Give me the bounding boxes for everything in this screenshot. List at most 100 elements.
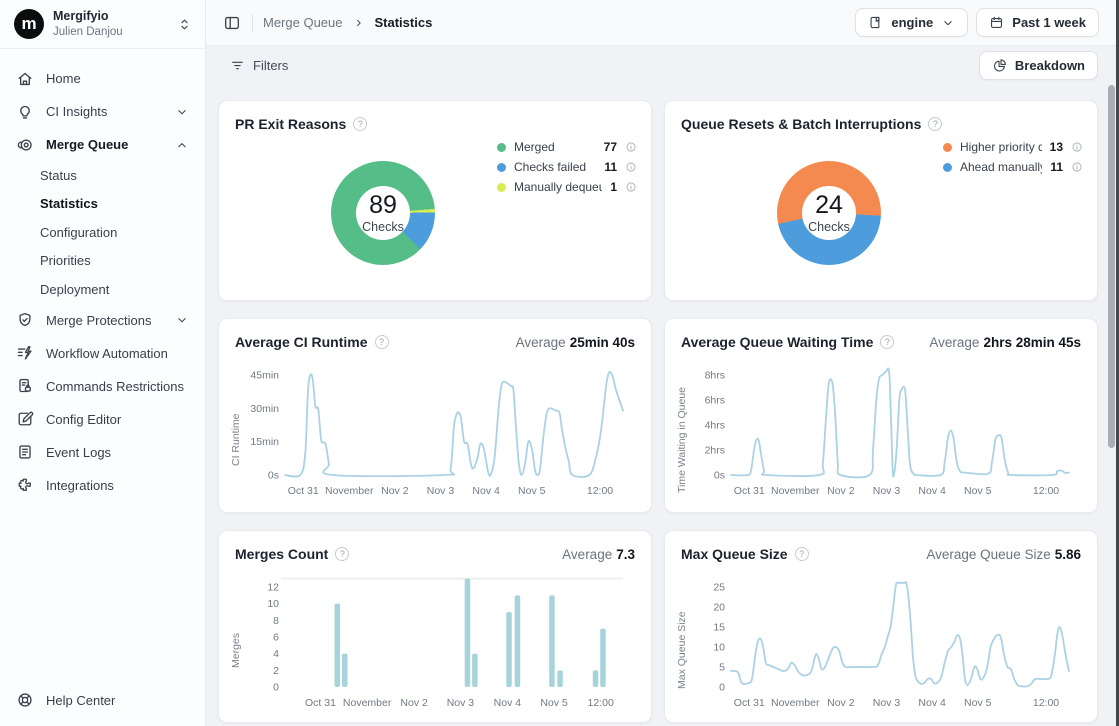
help-icon[interactable] bbox=[795, 547, 809, 561]
average-label: Average bbox=[516, 335, 566, 350]
legend-dot bbox=[497, 143, 506, 152]
org-selector-icon[interactable] bbox=[177, 16, 193, 32]
legend-dot bbox=[943, 163, 952, 172]
legend-value: 13 bbox=[1050, 140, 1063, 154]
bar-chart[interactable]: 121086420Oct 31NovemberNov 2Nov 3Nov 4No… bbox=[243, 567, 629, 719]
repo-icon bbox=[868, 15, 883, 30]
svg-text:Oct 31: Oct 31 bbox=[734, 697, 765, 709]
svg-text:Nov 4: Nov 4 bbox=[472, 485, 500, 497]
sidebar-item-config-editor[interactable]: Config Editor bbox=[0, 403, 205, 436]
average-label: Average Queue Size bbox=[926, 547, 1050, 562]
svg-text:10: 10 bbox=[713, 642, 725, 654]
breakdown-button[interactable]: Breakdown bbox=[979, 51, 1098, 80]
period-selector-button[interactable]: Past 1 week bbox=[976, 8, 1099, 37]
sidebar-item-workflow-automation[interactable]: Workflow Automation bbox=[0, 337, 205, 370]
average-label: Average bbox=[562, 547, 612, 562]
card-title: PR Exit Reasons bbox=[235, 116, 346, 132]
line-chart[interactable]: 45min30min15min0sOct 31NovemberNov 2Nov … bbox=[243, 355, 629, 507]
y-axis-title: Time Waiting in Queue bbox=[675, 355, 689, 510]
info-icon[interactable] bbox=[1071, 161, 1083, 173]
svg-text:November: November bbox=[771, 485, 820, 497]
legend-item[interactable]: Merged77 bbox=[497, 137, 637, 157]
shield-icon bbox=[15, 310, 35, 330]
donut-total-label: Checks bbox=[808, 220, 850, 234]
svg-text:Oct 31: Oct 31 bbox=[734, 485, 765, 497]
card-title: Max Queue Size bbox=[681, 546, 788, 562]
svg-text:15min: 15min bbox=[250, 436, 279, 448]
chevron-up-icon bbox=[175, 137, 191, 153]
svg-text:20: 20 bbox=[713, 602, 725, 614]
line-chart[interactable]: 8hrs6hrs4hrs2hrs0sOct 31NovemberNov 2Nov… bbox=[689, 355, 1075, 507]
legend-item[interactable]: Manually dequeued1 bbox=[497, 177, 637, 197]
legend-label: Ahead manually ... bbox=[960, 160, 1042, 174]
svg-text:Nov 5: Nov 5 bbox=[964, 697, 992, 709]
merge-queue-icon bbox=[15, 135, 35, 155]
svg-text:6hrs: 6hrs bbox=[705, 395, 725, 407]
help-icon[interactable] bbox=[353, 117, 367, 131]
toolbar: Filters Breakdown bbox=[206, 46, 1119, 85]
help-icon[interactable] bbox=[928, 117, 942, 131]
legend-item[interactable]: Checks failed11 bbox=[497, 157, 637, 177]
sidebar-item-help-center[interactable]: Help Center bbox=[0, 674, 205, 726]
info-icon[interactable] bbox=[1071, 141, 1083, 153]
svg-text:Nov 3: Nov 3 bbox=[427, 485, 455, 497]
repo-selector-label: engine bbox=[891, 15, 933, 30]
svg-text:45min: 45min bbox=[250, 370, 279, 382]
scrollbar-thumb[interactable] bbox=[1108, 85, 1115, 448]
help-icon[interactable] bbox=[880, 335, 894, 349]
sidebar-nav: HomeCI InsightsMerge QueueStatusStatisti… bbox=[0, 49, 205, 674]
logs-icon bbox=[15, 442, 35, 462]
svg-text:Nov 2: Nov 2 bbox=[400, 697, 428, 709]
filters-button[interactable]: Filters bbox=[222, 53, 296, 78]
org-switcher[interactable]: m Mergifyio Julien Danjou bbox=[0, 0, 205, 49]
svg-text:12:00: 12:00 bbox=[587, 485, 613, 497]
sidebar: m Mergifyio Julien Danjou HomeCI Insight… bbox=[0, 0, 206, 726]
svg-text:November: November bbox=[771, 697, 820, 709]
legend-label: Merged bbox=[514, 140, 596, 154]
sidebar-toggle-icon[interactable] bbox=[222, 13, 242, 33]
svg-text:Nov 2: Nov 2 bbox=[827, 485, 855, 497]
sidebar-item-integrations[interactable]: Integrations bbox=[0, 469, 205, 502]
sidebar-item-deployment[interactable]: Deployment bbox=[0, 275, 205, 304]
dashboard-grid: PR Exit Reasons 89 Checks Merged77Checks… bbox=[206, 85, 1119, 723]
svg-text:15: 15 bbox=[713, 622, 725, 634]
help-icon[interactable] bbox=[335, 547, 349, 561]
sidebar-item-commands-restrictions[interactable]: Commands Restrictions bbox=[0, 370, 205, 403]
svg-text:0: 0 bbox=[719, 682, 725, 694]
average-value: 7.3 bbox=[616, 547, 635, 562]
legend-dot bbox=[497, 163, 506, 172]
legend-item[interactable]: Higher priority q...13 bbox=[943, 137, 1083, 157]
divider bbox=[252, 14, 253, 32]
svg-text:Nov 5: Nov 5 bbox=[540, 697, 568, 709]
sidebar-item-event-logs[interactable]: Event Logs bbox=[0, 436, 205, 469]
svg-text:0: 0 bbox=[273, 682, 279, 694]
repo-selector-button[interactable]: engine bbox=[855, 8, 968, 37]
info-icon[interactable] bbox=[625, 141, 637, 153]
sidebar-item-status[interactable]: Status bbox=[0, 161, 205, 190]
svg-text:Oct 31: Oct 31 bbox=[305, 697, 336, 709]
line-chart[interactable]: 2520151050Oct 31NovemberNov 2Nov 3Nov 4N… bbox=[689, 567, 1075, 719]
breadcrumb-page: Statistics bbox=[375, 15, 433, 30]
sidebar-item-merge-protections[interactable]: Merge Protections bbox=[0, 304, 205, 337]
sidebar-item-configuration[interactable]: Configuration bbox=[0, 218, 205, 247]
sidebar-item-statistics[interactable]: Statistics bbox=[0, 190, 205, 219]
info-icon[interactable] bbox=[625, 161, 637, 173]
card-title: Queue Resets & Batch Interruptions bbox=[681, 116, 921, 132]
svg-text:12:00: 12:00 bbox=[1033, 485, 1059, 497]
sidebar-item-merge-queue[interactable]: Merge Queue bbox=[0, 128, 205, 161]
info-icon[interactable] bbox=[625, 181, 637, 193]
sidebar-item-home[interactable]: Home bbox=[0, 62, 205, 95]
svg-text:2hrs: 2hrs bbox=[705, 445, 725, 457]
svg-text:4hrs: 4hrs bbox=[705, 420, 725, 432]
legend-item[interactable]: Ahead manually ...11 bbox=[943, 157, 1083, 177]
svg-text:8: 8 bbox=[273, 615, 279, 627]
svg-text:4: 4 bbox=[273, 648, 279, 660]
help-icon[interactable] bbox=[375, 335, 389, 349]
breadcrumb-section[interactable]: Merge Queue bbox=[263, 15, 343, 30]
sidebar-item-ci-insights[interactable]: CI Insights bbox=[0, 95, 205, 128]
svg-text:25: 25 bbox=[713, 582, 725, 594]
lifebuoy-icon bbox=[15, 690, 35, 710]
period-label: Past 1 week bbox=[1012, 15, 1086, 30]
sidebar-item-priorities[interactable]: Priorities bbox=[0, 247, 205, 276]
donut-total: 89 bbox=[369, 192, 397, 220]
